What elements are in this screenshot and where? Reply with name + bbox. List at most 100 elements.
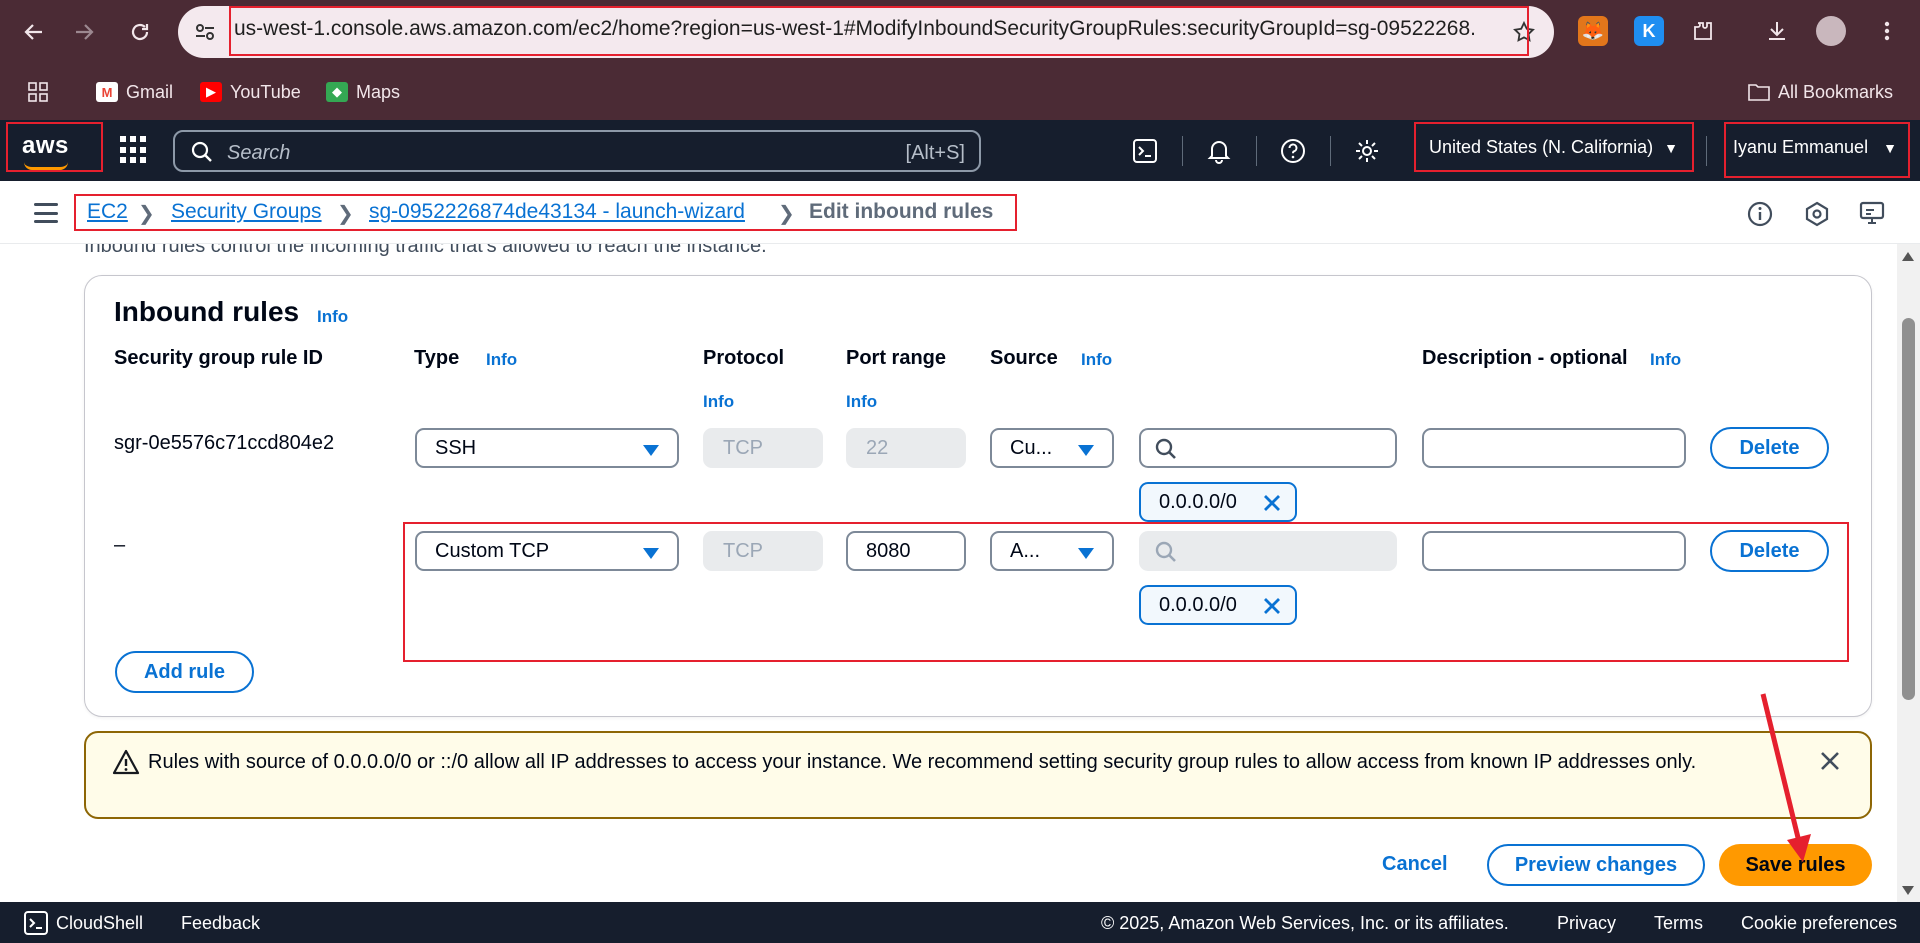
- bookmark-gmail[interactable]: M Gmail: [96, 79, 173, 105]
- info-link[interactable]: Info: [1081, 350, 1112, 370]
- port-range-input[interactable]: 8080: [846, 531, 966, 571]
- warning-icon: [112, 749, 140, 775]
- download-icon[interactable]: [1762, 16, 1792, 46]
- cookie-preferences-link[interactable]: Cookie preferences: [1741, 913, 1897, 934]
- column-header-type: Type: [414, 347, 460, 369]
- browser-menu-icon[interactable]: [1872, 16, 1902, 46]
- bookmark-star-icon[interactable]: [1512, 20, 1536, 44]
- type-select[interactable]: Custom TCP: [415, 531, 679, 571]
- cloudshell-footer-icon[interactable]: [24, 911, 48, 940]
- add-rule-button[interactable]: Add rule: [115, 651, 254, 693]
- url-text[interactable]: us-west-1.console.aws.amazon.com/ec2/hom…: [234, 17, 1474, 41]
- feedback-link[interactable]: Feedback: [181, 913, 260, 934]
- aws-smile-logo: [24, 162, 68, 170]
- nav-divider: [1256, 136, 1257, 166]
- bookmark-youtube[interactable]: ▶ YouTube: [200, 79, 301, 105]
- aws-top-nav: aws Search [Alt+S] United States (N. Cal…: [0, 120, 1920, 181]
- bookmark-label: Maps: [356, 81, 401, 102]
- feedback-monitor-icon[interactable]: [1858, 199, 1888, 229]
- settings-gear-icon[interactable]: [1351, 135, 1383, 167]
- description-input[interactable]: [1422, 428, 1686, 468]
- info-link[interactable]: Info: [846, 392, 877, 412]
- breadcrumb-current: Edit inbound rules: [809, 200, 994, 223]
- cloudshell-icon[interactable]: [1129, 135, 1161, 167]
- hexagon-help-icon[interactable]: [1802, 199, 1832, 229]
- breadcrumb-security-group[interactable]: sg-0952226874de43134 - launch-wizard: [369, 200, 745, 224]
- search-placeholder: Search: [227, 142, 291, 164]
- column-header-description: Description - optional: [1422, 347, 1628, 369]
- cidr-value: 0.0.0.0/0: [1159, 594, 1237, 616]
- source-value: Cu...: [1010, 437, 1053, 459]
- all-bookmarks[interactable]: All Bookmarks: [1748, 79, 1893, 105]
- notifications-bell-icon[interactable]: [1203, 135, 1235, 167]
- delete-button[interactable]: Delete: [1710, 427, 1829, 469]
- chevron-right-icon: ❯: [337, 203, 354, 225]
- profile-avatar[interactable]: [1816, 16, 1846, 46]
- search-input[interactable]: Search [Alt+S]: [173, 130, 981, 172]
- info-link[interactable]: Info: [1650, 350, 1681, 370]
- column-header-source: Source: [990, 347, 1058, 369]
- apps-grid-icon[interactable]: [28, 79, 48, 105]
- caret-down-icon: [643, 445, 659, 456]
- footer: CloudShell Feedback © 2025, Amazon Web S…: [0, 902, 1920, 943]
- cidr-search-input: [1139, 531, 1397, 571]
- delete-button[interactable]: Delete: [1710, 530, 1829, 572]
- side-nav-menu-icon[interactable]: [34, 203, 58, 223]
- bookmark-label: Gmail: [126, 81, 174, 102]
- cloudshell-link[interactable]: CloudShell: [56, 913, 143, 934]
- k-extension-icon[interactable]: K: [1634, 16, 1664, 46]
- services-menu-icon[interactable]: [120, 136, 148, 164]
- user-menu[interactable]: Iyanu Emmanuel ▼: [1733, 137, 1897, 158]
- scroll-down-arrow-icon[interactable]: [1902, 886, 1914, 895]
- info-link[interactable]: Info: [703, 392, 734, 412]
- site-info-icon[interactable]: [194, 21, 216, 43]
- back-icon[interactable]: [16, 14, 52, 50]
- protocol-field: TCP: [703, 428, 823, 468]
- info-link[interactable]: Info: [486, 350, 517, 370]
- cidr-search-input[interactable]: [1139, 428, 1397, 468]
- bookmark-label: YouTube: [230, 81, 301, 102]
- type-select[interactable]: SSH: [415, 428, 679, 468]
- remove-token-icon[interactable]: [1261, 595, 1283, 617]
- preview-changes-button[interactable]: Preview changes: [1487, 844, 1705, 886]
- port-range-field: 22: [846, 428, 966, 468]
- reload-icon[interactable]: [122, 14, 158, 50]
- rule-id: sgr-0e5576c71ccd804e2: [114, 432, 335, 454]
- info-panel-icon[interactable]: [1745, 199, 1775, 229]
- save-rules-button[interactable]: Save rules: [1719, 844, 1872, 886]
- search-icon: [1155, 541, 1176, 562]
- scrollbar-thumb[interactable]: [1902, 318, 1915, 700]
- type-value: SSH: [435, 437, 477, 459]
- privacy-link[interactable]: Privacy: [1557, 913, 1616, 934]
- cidr-value: 0.0.0.0/0: [1159, 491, 1237, 513]
- page-title: Inbound rules: [114, 296, 300, 327]
- search-icon: [191, 141, 213, 168]
- aws-logo[interactable]: aws: [22, 132, 69, 160]
- breadcrumb-security-groups[interactable]: Security Groups: [171, 200, 322, 224]
- search-icon: [1155, 438, 1176, 459]
- column-header-port-range: Port range: [846, 347, 947, 369]
- scroll-up-arrow-icon[interactable]: [1902, 252, 1914, 261]
- metamask-extension-icon[interactable]: 🦊: [1578, 16, 1608, 46]
- cidr-token: 0.0.0.0/0: [1139, 482, 1297, 522]
- info-link[interactable]: Info: [317, 307, 348, 327]
- breadcrumb-ec2[interactable]: EC2: [87, 200, 128, 224]
- user-name: Iyanu Emmanuel: [1733, 137, 1869, 157]
- bookmark-maps[interactable]: ◆ Maps: [326, 79, 400, 105]
- forward-icon[interactable]: [66, 14, 102, 50]
- help-icon[interactable]: [1277, 135, 1309, 167]
- cidr-token: 0.0.0.0/0: [1139, 585, 1297, 625]
- rule-id: –: [114, 534, 126, 556]
- description-input[interactable]: [1422, 531, 1686, 571]
- nav-divider: [1330, 136, 1331, 166]
- remove-token-icon[interactable]: [1261, 492, 1283, 514]
- region-selector[interactable]: United States (N. California) ▼: [1429, 137, 1678, 158]
- source-select[interactable]: Cu...: [990, 428, 1114, 468]
- cancel-button[interactable]: Cancel: [1382, 853, 1448, 876]
- all-bookmarks-label: All Bookmarks: [1778, 81, 1894, 102]
- extensions-puzzle-icon[interactable]: [1688, 16, 1718, 46]
- caret-down-icon: ▼: [1883, 140, 1897, 156]
- close-icon[interactable]: [1816, 747, 1844, 775]
- source-select[interactable]: A...: [990, 531, 1114, 571]
- terms-link[interactable]: Terms: [1654, 913, 1703, 934]
